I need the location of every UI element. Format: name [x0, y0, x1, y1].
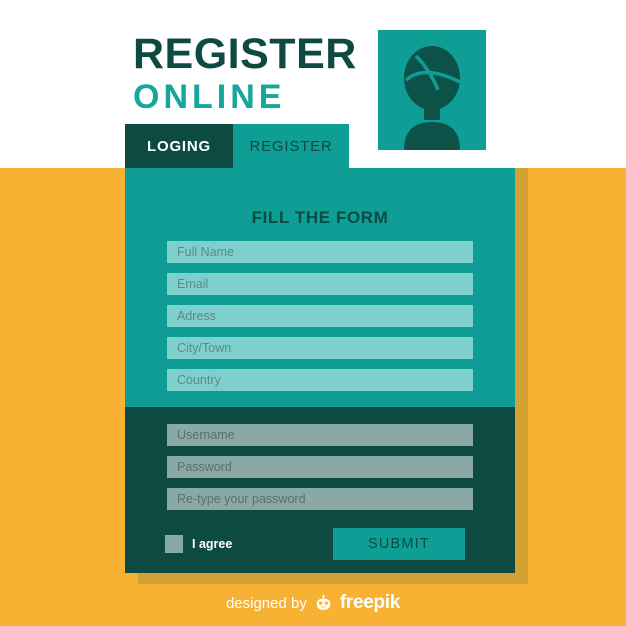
submit-button[interactable]: SUBMIT [333, 528, 465, 560]
card-shadow-right [515, 168, 528, 584]
full-name-input[interactable]: Full Name [167, 241, 473, 263]
password-input[interactable]: Password [167, 456, 473, 478]
freepik-mascot-icon [316, 594, 331, 610]
tab-bar: LOGING REGISTER [125, 124, 349, 168]
confirm-password-input[interactable]: Re-type your password [167, 488, 473, 510]
country-input[interactable]: Country [167, 369, 473, 391]
agree-checkbox-row[interactable]: I agree [165, 535, 232, 553]
page-title-primary: REGISTER [133, 30, 357, 78]
footer-credit: designed by freepik [0, 592, 626, 614]
page-title: REGISTER ONLINE [133, 30, 373, 116]
user-avatar-icon [404, 46, 461, 150]
registration-form-panel: FILL THE FORM Full Name Email Adress Cit… [125, 168, 515, 407]
form-heading: FILL THE FORM [251, 208, 389, 227]
footer-text: designed by [225, 594, 307, 612]
email-input[interactable]: Email [167, 273, 473, 295]
account-credentials-panel: Username Password Re-type your password … [125, 407, 515, 573]
agree-label: I agree [192, 537, 233, 551]
agree-checkbox[interactable] [165, 535, 183, 553]
card-shadow-bottom [138, 573, 528, 584]
tab-loging[interactable]: LOGING [125, 124, 233, 168]
avatar [378, 30, 486, 150]
city-town-input[interactable]: City/Town [167, 337, 473, 359]
footer-brand: freepik [339, 592, 401, 613]
page-title-secondary: ONLINE [133, 78, 286, 116]
tab-register[interactable]: REGISTER [233, 124, 349, 168]
address-input[interactable]: Adress [167, 305, 473, 327]
username-input[interactable]: Username [167, 424, 473, 446]
